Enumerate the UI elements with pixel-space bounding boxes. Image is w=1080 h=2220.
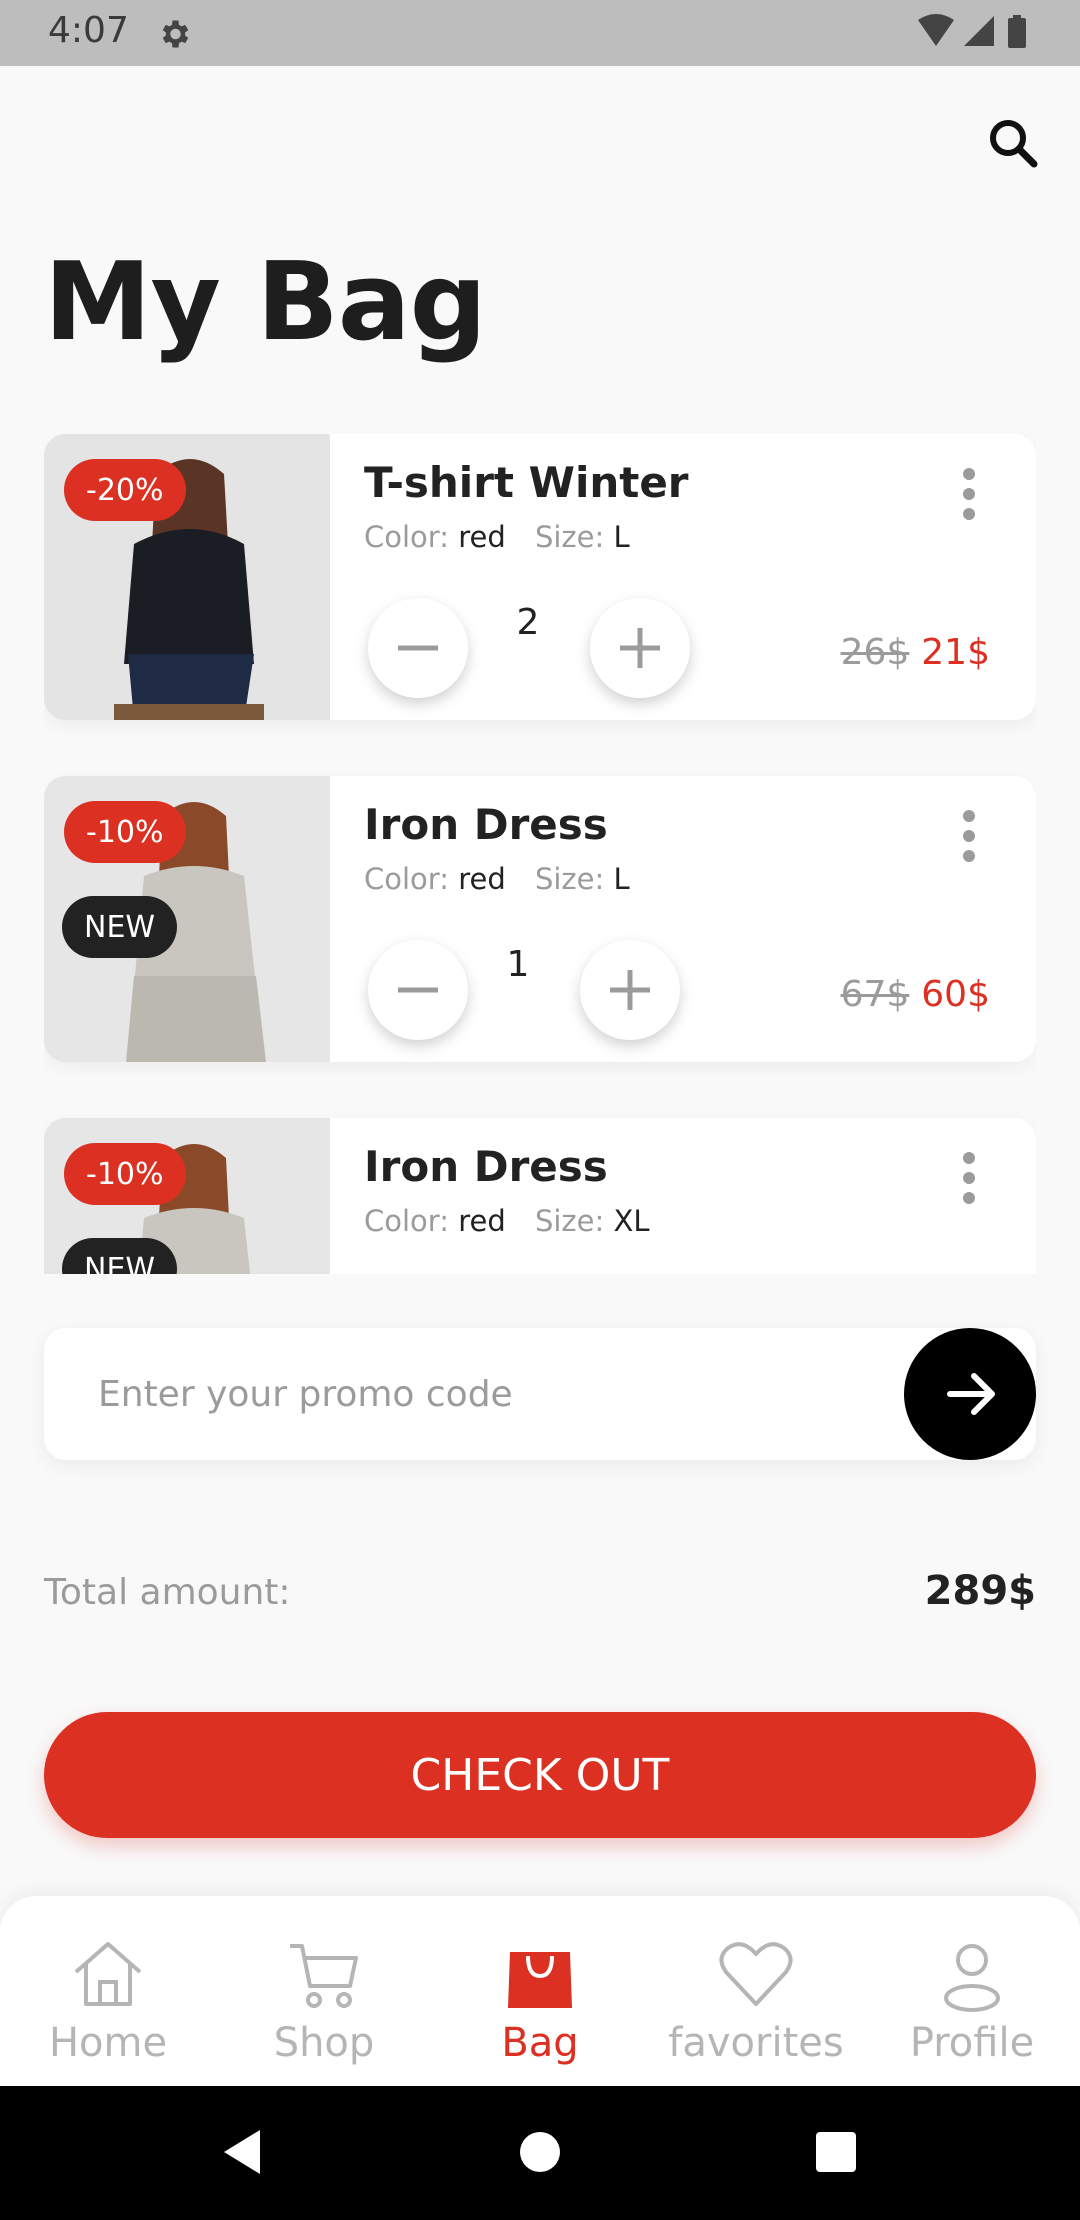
price-row: 26$ 21$ bbox=[841, 632, 990, 673]
nav-bag-label: Bag bbox=[501, 2020, 579, 2066]
quantity-value: 2 bbox=[516, 602, 540, 643]
color-value: red bbox=[458, 520, 506, 554]
increase-quantity-button[interactable] bbox=[590, 598, 690, 698]
product-image: -10% NEW bbox=[44, 776, 330, 1062]
cart-item[interactable]: -10% NEW Iron Dress Color: red Size: L 1… bbox=[44, 776, 1036, 1062]
nav-shop[interactable]: Shop bbox=[216, 1896, 432, 2086]
product-image: -20% bbox=[44, 434, 330, 720]
total-amount-label: Total amount: bbox=[44, 1572, 291, 1613]
cart-list[interactable]: -20% T-shirt Winter Color: red Size: L 2… bbox=[44, 434, 1036, 1274]
nav-home-label: Home bbox=[48, 2020, 168, 2066]
plus-icon bbox=[610, 970, 650, 1010]
plus-icon bbox=[620, 628, 660, 668]
more-options-icon[interactable] bbox=[954, 1148, 984, 1208]
settings-icon bbox=[162, 20, 189, 48]
wifi-icon bbox=[918, 14, 954, 46]
item-name: Iron Dress bbox=[364, 800, 608, 849]
new-badge: NEW bbox=[62, 896, 178, 958]
nav-profile-label: Profile bbox=[909, 2020, 1035, 2066]
page-title: My Bag bbox=[44, 240, 487, 365]
nav-favorites-label: favorites bbox=[668, 2020, 844, 2066]
profile-icon bbox=[944, 1944, 1000, 2012]
more-options-icon[interactable] bbox=[954, 806, 984, 866]
checkout-button[interactable]: CHECK OUT bbox=[44, 1712, 1036, 1838]
old-price: 26$ bbox=[840, 632, 910, 673]
cart-item[interactable]: -10% NEW Iron Dress Color: red Size: XL bbox=[44, 1118, 1036, 1274]
item-name: T-shirt Winter bbox=[364, 458, 689, 507]
search-icon[interactable] bbox=[982, 112, 1046, 176]
discount-badge: -20% bbox=[64, 459, 186, 521]
new-badge: NEW bbox=[62, 1238, 178, 1274]
discount-badge: -10% bbox=[64, 801, 186, 863]
minus-icon bbox=[398, 645, 438, 651]
old-price: 67$ bbox=[840, 974, 910, 1015]
heart-icon bbox=[719, 1942, 793, 2006]
arrow-right-icon bbox=[947, 1373, 995, 1415]
cart-item[interactable]: -20% T-shirt Winter Color: red Size: L 2… bbox=[44, 434, 1036, 720]
increase-quantity-button[interactable] bbox=[580, 940, 680, 1040]
total-amount-value: 289$ bbox=[924, 1568, 1036, 1614]
color-label: Color: bbox=[364, 520, 449, 554]
item-name: Iron Dress bbox=[364, 1142, 608, 1191]
status-bar: 4:07 bbox=[0, 0, 1080, 66]
size-value: L bbox=[613, 862, 630, 896]
bottom-navigation: Home Shop Bag favorites Profile bbox=[0, 1896, 1080, 2086]
system-navigation-bar bbox=[0, 2086, 1080, 2220]
nav-shop-label: Shop bbox=[273, 2020, 375, 2066]
item-attributes: Color: red Size: L bbox=[364, 862, 650, 896]
nav-profile[interactable]: Profile bbox=[864, 1896, 1080, 2086]
sale-price: 60$ bbox=[921, 974, 990, 1015]
product-image: -10% NEW bbox=[44, 1118, 330, 1274]
cart-icon bbox=[290, 1944, 358, 2008]
nav-bag[interactable]: Bag bbox=[432, 1896, 648, 2086]
decrease-quantity-button[interactable] bbox=[368, 940, 468, 1040]
color-value: red bbox=[458, 862, 506, 896]
status-time: 4:07 bbox=[48, 10, 129, 51]
color-label: Color: bbox=[364, 862, 449, 896]
size-value: L bbox=[613, 520, 630, 554]
nav-home[interactable]: Home bbox=[0, 1896, 216, 2086]
recents-icon[interactable] bbox=[806, 2122, 866, 2182]
nav-favorites[interactable]: favorites bbox=[648, 1896, 864, 2086]
promo-code-box bbox=[44, 1328, 1036, 1460]
signal-icon bbox=[964, 16, 994, 46]
more-options-icon[interactable] bbox=[954, 464, 984, 524]
home-circle-icon[interactable] bbox=[510, 2122, 570, 2182]
home-icon bbox=[74, 1942, 142, 2006]
minus-icon bbox=[398, 987, 438, 993]
size-label: Size: bbox=[534, 1204, 605, 1238]
decrease-quantity-button[interactable] bbox=[368, 598, 468, 698]
battery-icon bbox=[1008, 18, 1026, 48]
status-icons bbox=[918, 14, 1026, 48]
discount-badge: -10% bbox=[64, 1143, 186, 1205]
promo-code-input[interactable] bbox=[98, 1362, 858, 1426]
item-attributes: Color: red Size: L bbox=[364, 520, 650, 554]
bag-icon bbox=[508, 1952, 572, 2008]
item-attributes: Color: red Size: XL bbox=[364, 1204, 670, 1238]
price-row: 67$ 60$ bbox=[841, 974, 990, 1015]
size-label: Size: bbox=[534, 862, 605, 896]
size-value: XL bbox=[613, 1204, 650, 1238]
size-label: Size: bbox=[534, 520, 605, 554]
color-label: Color: bbox=[364, 1204, 449, 1238]
sale-price: 21$ bbox=[921, 632, 990, 673]
apply-promo-button[interactable] bbox=[904, 1328, 1036, 1460]
color-value: red bbox=[458, 1204, 506, 1238]
back-icon[interactable] bbox=[214, 2122, 274, 2182]
quantity-value: 1 bbox=[506, 944, 530, 985]
